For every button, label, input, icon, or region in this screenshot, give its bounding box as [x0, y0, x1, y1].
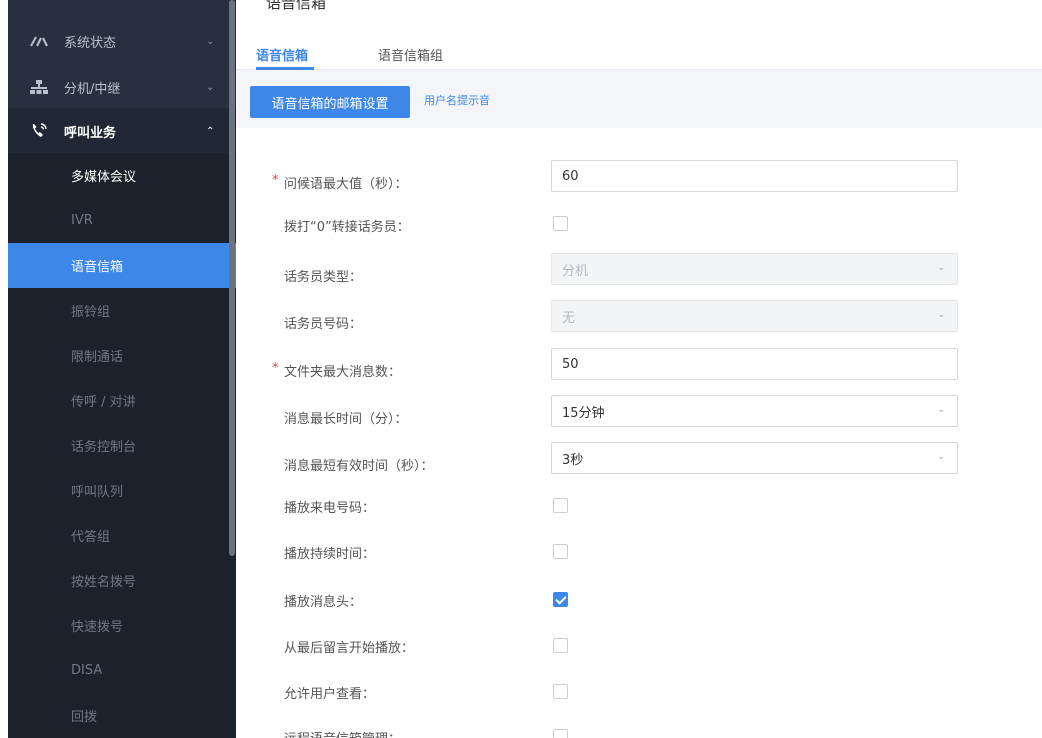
subtab-mailbox-settings[interactable]: 语音信箱的邮箱设置: [250, 86, 410, 118]
sidebar-item-ring-group[interactable]: 振铃组: [8, 288, 236, 333]
sidebar-item-label: IVR: [71, 213, 93, 228]
sidebar-group-call-features[interactable]: 呼叫业务 ⌃: [8, 108, 236, 154]
chevron-down-icon: ⌄: [937, 263, 945, 273]
play-message-header-checkbox[interactable]: [553, 592, 568, 607]
operator-number-select[interactable]: 无 ⌄: [551, 300, 958, 332]
max-message-time-select[interactable]: 15分钟 ⌄: [551, 395, 958, 427]
dial-zero-operator-checkbox[interactable]: [553, 216, 568, 231]
sidebar-item-label: 振铃组: [71, 305, 111, 320]
form-row-play-message-header: 播放消息头：: [236, 591, 1042, 637]
sidebar-group-system-status[interactable]: 系统状态 ⌄: [8, 18, 236, 64]
subtab-bar: 语音信箱的邮箱设置 用户名提示音: [236, 70, 1042, 128]
form-row-play-from-last: 从最后留言开始播放：: [236, 637, 1042, 683]
sidebar-item-dial-by-name[interactable]: 按姓名拨号: [8, 558, 236, 603]
form-row-min-message-time: 消息最短有效时间（秒）： 3秒 ⌄: [236, 442, 1042, 488]
sidebar-item-label: 快速拨号: [71, 620, 124, 635]
sidebar-group-extension-trunk[interactable]: 分机/中继 ⌄: [8, 64, 236, 110]
sidebar-group-label: 系统状态: [64, 35, 117, 51]
field-label: 远程语音信箱管理：: [284, 728, 401, 738]
sidebar-item-operator-panel[interactable]: 话务控制台: [8, 423, 236, 468]
select-value: 分机: [562, 263, 589, 279]
sidebar-item-pickup-group[interactable]: 代答组: [8, 513, 236, 558]
field-label: 消息最长时间（分）：: [284, 412, 408, 427]
sidebar-item-label: 语音信箱: [71, 260, 124, 275]
chevron-down-icon: ⌄: [206, 81, 215, 93]
sidebar-item-label: 呼叫队列: [71, 485, 124, 500]
sidebar-item-label: 话务控制台: [71, 440, 137, 455]
sidebar-item-label: DISA: [71, 663, 103, 678]
select-value: 无: [562, 310, 576, 326]
sidebar-group-label: 分机/中继: [64, 81, 121, 97]
form-row-folder-max-messages: * 文件夹最大消息数： 50: [236, 348, 1042, 394]
allow-user-review-checkbox[interactable]: [553, 684, 568, 699]
field-label: 播放持续时间：: [284, 547, 376, 562]
required-mark: *: [272, 173, 279, 188]
sidebar-item-label: 代答组: [71, 530, 111, 545]
form-row-greeting-max: * 问候语最大值（秒）： 60: [236, 160, 1042, 206]
tab-voicemail-group[interactable]: 语音信箱组: [378, 45, 443, 64]
sidebar-item-call-queue[interactable]: 呼叫队列: [8, 468, 236, 513]
form-row-operator-type: 话务员类型： 分机 ⌄: [236, 253, 1042, 299]
sidebar-item-voicemail[interactable]: 语音信箱: [8, 243, 236, 288]
select-value: 3秒: [562, 452, 584, 468]
field-label: 播放消息头：: [284, 595, 363, 610]
operator-type-select[interactable]: 分机 ⌄: [551, 253, 958, 285]
chevron-down-icon: ⌄: [206, 35, 215, 47]
form-row-operator-number: 话务员号码： 无 ⌄: [236, 300, 1042, 346]
chevron-up-icon: ⌃: [206, 125, 215, 137]
tab-voicemail[interactable]: 语音信箱: [256, 45, 308, 64]
gauge-icon: [29, 31, 49, 51]
field-label: 播放来电号码：: [284, 501, 376, 516]
sidebar-item-disa[interactable]: DISA: [8, 648, 236, 693]
chevron-down-icon: ⌄: [937, 452, 945, 462]
sidebar-item-paging-intercom[interactable]: 传呼 / 对讲: [8, 378, 236, 423]
sidebar-item-label: 按姓名拨号: [71, 575, 137, 590]
play-duration-checkbox[interactable]: [553, 544, 568, 559]
greeting-max-input[interactable]: 60: [551, 160, 958, 192]
field-label: 从最后留言开始播放：: [284, 641, 415, 656]
sidebar-item-label: 多媒体会议: [71, 170, 137, 185]
field-label: 文件夹最大消息数：: [284, 365, 402, 380]
sidebar-item-restricted-calls[interactable]: 限制通话: [8, 333, 236, 378]
sidebar-item-label: 传呼 / 对讲: [71, 395, 136, 410]
network-icon: [29, 77, 49, 97]
chevron-down-icon: ⌄: [937, 405, 945, 415]
form-row-play-duration: 播放持续时间：: [236, 543, 1042, 589]
form-row-allow-user-review: 允许用户查看：: [236, 683, 1042, 729]
form-row-remote-management: 远程语音信箱管理：: [236, 728, 1042, 738]
sidebar-item-ivr[interactable]: IVR: [8, 198, 236, 243]
sidebar: 系统状态 ⌄ 分机/中继 ⌄ 呼叫业务 ⌃ 多媒体会议 IVR 语音信箱 振铃组…: [8, 0, 236, 738]
sidebar-item-speed-dial[interactable]: 快速拨号: [8, 603, 236, 648]
page-title: 语音信箱: [266, 0, 327, 12]
sidebar-item-label: 限制通话: [71, 350, 124, 365]
field-label: 问候语最大值（秒）：: [284, 177, 408, 192]
field-label: 话务员号码：: [284, 317, 363, 332]
play-from-last-checkbox[interactable]: [553, 638, 568, 653]
sidebar-item-callback[interactable]: 回拨: [8, 693, 236, 738]
subtab-username-prompt[interactable]: 用户名提示音: [424, 92, 490, 108]
required-mark: *: [272, 361, 279, 376]
field-label: 允许用户查看：: [284, 687, 376, 702]
play-caller-id-checkbox[interactable]: [553, 498, 568, 513]
phone-call-icon: [29, 121, 49, 141]
form-row-play-caller-id: 播放来电号码：: [236, 497, 1042, 543]
select-value: 15分钟: [562, 405, 605, 421]
sidebar-item-multimedia-conference[interactable]: 多媒体会议: [8, 153, 236, 198]
sidebar-scrollbar[interactable]: [229, 0, 235, 556]
min-message-time-select[interactable]: 3秒 ⌄: [551, 442, 958, 474]
sidebar-group-label: 呼叫业务: [64, 125, 117, 141]
field-label: 拨打“0”转接话务员：: [284, 220, 410, 235]
folder-max-messages-input[interactable]: 50: [551, 348, 958, 380]
form-row-dial-zero-operator: 拨打“0”转接话务员：: [236, 210, 1042, 256]
main-content: 语音信箱 语音信箱 语音信箱组 语音信箱的邮箱设置 用户名提示音 * 问候语最大…: [236, 0, 1042, 738]
field-label: 话务员类型：: [284, 270, 363, 285]
field-label: 消息最短有效时间（秒）：: [284, 459, 434, 474]
remote-management-checkbox[interactable]: [553, 729, 568, 738]
sidebar-item-label: 回拨: [71, 710, 98, 725]
form-row-max-message-time: 消息最长时间（分）： 15分钟 ⌄: [236, 395, 1042, 441]
chevron-down-icon: ⌄: [937, 310, 945, 320]
tab-bar: 语音信箱 语音信箱组: [236, 38, 1042, 70]
